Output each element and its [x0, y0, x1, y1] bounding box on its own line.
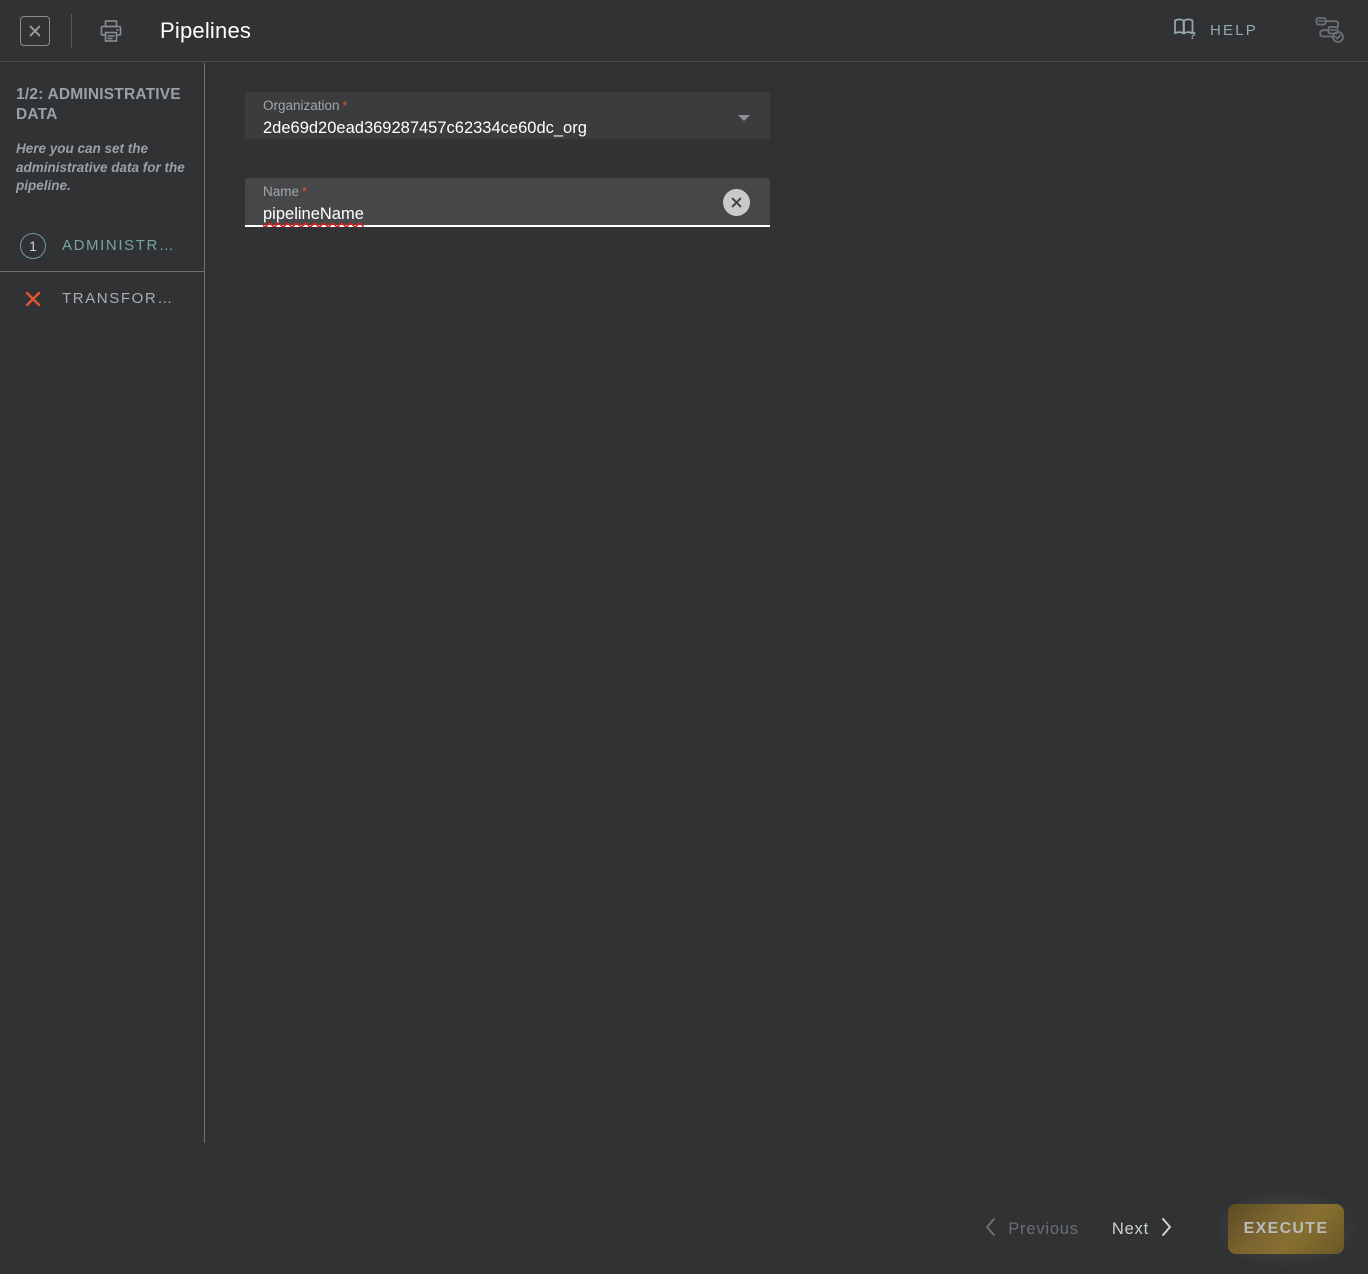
page-title: Pipelines	[160, 17, 252, 43]
previous-button[interactable]: Previous	[984, 1217, 1079, 1242]
required-marker: *	[342, 98, 348, 113]
organization-label-text: Organization	[263, 98, 340, 113]
help-button[interactable]: ? HELP	[1172, 15, 1258, 46]
error-x-icon	[20, 286, 46, 312]
main-form-area: Organization * 2de69d20ead369287457c62334…	[206, 63, 1368, 1274]
close-circle-icon[interactable]	[723, 189, 750, 216]
chevron-down-icon[interactable]	[738, 115, 750, 121]
sidebar-item-administrative-data[interactable]: 1 ADMINISTR…	[0, 220, 204, 271]
printer-icon[interactable]	[94, 14, 128, 48]
app-header: Pipelines ? HELP	[0, 0, 1368, 62]
sidebar-step-title: 1/2: ADMINISTRATIVE DATA	[16, 86, 181, 123]
sidebar-item-label: TRANSFOR…	[62, 290, 174, 307]
sidebar-step-description: Here you can set the administrative data…	[16, 141, 185, 194]
chevron-left-icon	[984, 1217, 997, 1242]
help-label: HELP	[1210, 22, 1258, 39]
name-field[interactable]: Name * pipelineName	[245, 178, 770, 227]
wizard-sidebar: 1/2: ADMINISTRATIVE DATA Here you can se…	[0, 63, 205, 1143]
pipeline-check-icon[interactable]	[1310, 11, 1350, 51]
organization-label: Organization *	[263, 98, 758, 114]
wizard-step-list: 1 ADMINISTR… TRANSFOR…	[0, 220, 204, 325]
sidebar-item-label: ADMINISTR…	[62, 237, 176, 254]
chevron-right-icon	[1160, 1217, 1173, 1242]
name-input-value[interactable]: pipelineName	[263, 202, 758, 226]
svg-text:?: ?	[1189, 30, 1196, 41]
header-right-actions: ? HELP	[1172, 0, 1368, 62]
execute-button[interactable]: EXECUTE	[1228, 1204, 1344, 1254]
book-question-icon: ?	[1172, 15, 1200, 46]
execute-button-wrapper: EXECUTE	[1214, 1190, 1358, 1268]
step-number-badge: 1	[20, 232, 46, 259]
next-button[interactable]: Next	[1112, 1217, 1173, 1242]
name-label-text: Name	[263, 184, 300, 199]
sidebar-item-transformation[interactable]: TRANSFOR…	[0, 271, 204, 325]
pipelines-wizard-window: Pipelines ? HELP 1/2: ADMINISTRATIVE DAT…	[0, 0, 1368, 1274]
previous-label: Previous	[1008, 1219, 1079, 1238]
header-divider	[71, 13, 72, 48]
close-box-icon[interactable]	[20, 15, 50, 46]
wizard-footer: Previous Next EXECUTE	[0, 1184, 1368, 1274]
required-marker: *	[302, 184, 308, 199]
organization-select[interactable]: Organization * 2de69d20ead369287457c62334…	[245, 92, 770, 139]
organization-value: 2de69d20ead369287457c62334ce60dc_org	[263, 119, 587, 137]
name-label: Name *	[263, 184, 758, 200]
next-label: Next	[1111, 1219, 1149, 1238]
